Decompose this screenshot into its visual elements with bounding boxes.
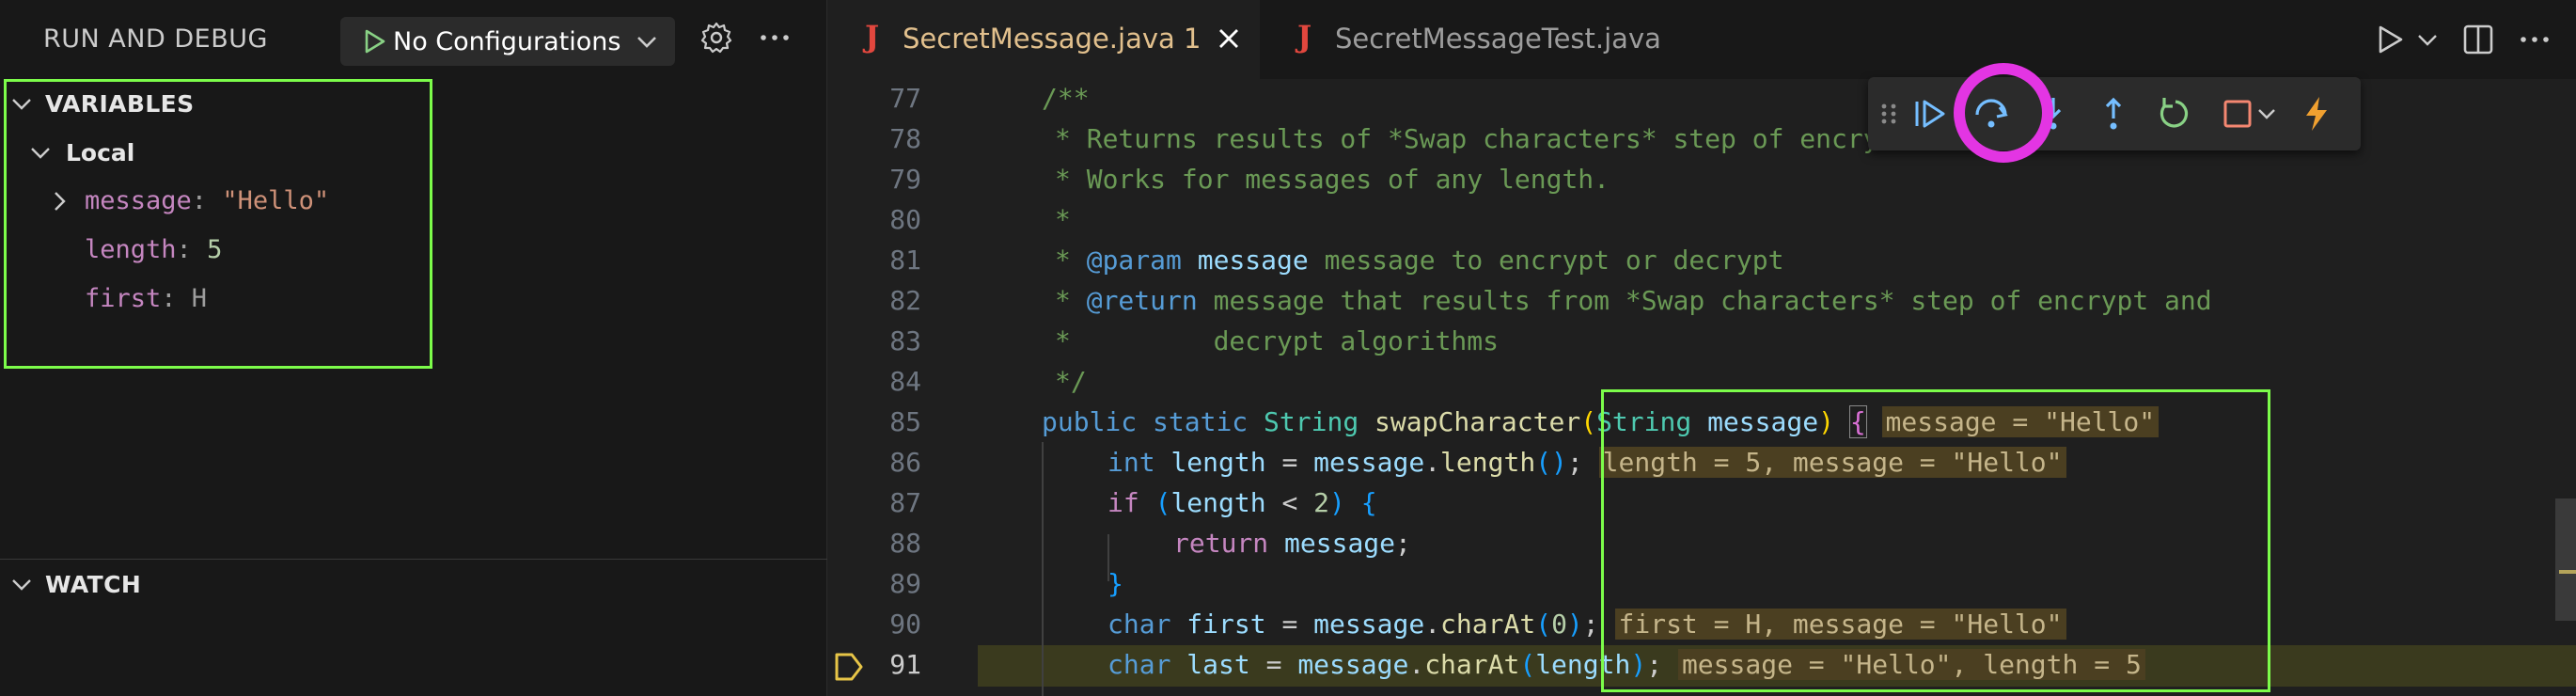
watch-section-header[interactable]: WATCH [0, 560, 827, 609]
tab-label: SecretMessageTest.java [1335, 23, 1661, 55]
code-line-81: * @param message message to encrypt or d… [1055, 245, 1784, 276]
line-number: 79 [889, 164, 921, 195]
code-line-82: * @return message that results from *Swa… [1055, 285, 2212, 316]
scrollbar-marker [2559, 570, 2576, 574]
inline-values-highlight-box [1601, 389, 2270, 692]
stop-icon[interactable] [2218, 94, 2257, 134]
debug-toolbar [1868, 77, 2361, 150]
more-actions-icon[interactable] [2514, 19, 2555, 60]
line-number: 81 [889, 245, 921, 276]
line-number: 83 [889, 325, 921, 356]
more-actions-icon[interactable] [758, 21, 792, 55]
line-number: 85 [889, 406, 921, 437]
line-number: 89 [889, 568, 921, 599]
sidebar-title: RUN AND DEBUG [43, 24, 268, 54]
line-number: 86 [889, 447, 921, 478]
line-number: 78 [889, 123, 921, 154]
drag-handle-icon[interactable] [1877, 94, 1900, 134]
code-line-83: * decrypt algorithms [1055, 325, 1500, 356]
code-line-87: if (length < 2) { [1107, 487, 1377, 518]
code-line-89: } [1107, 568, 1123, 599]
tab-secretmessage-java[interactable]: J SecretMessage.java 1 [827, 0, 1260, 79]
hot-code-replace-icon[interactable] [2297, 94, 2336, 134]
chevron-down-icon [637, 37, 656, 48]
editor-tab-bar: J SecretMessage.java 1 J SecretMessageTe… [827, 0, 2576, 79]
line-number: 82 [889, 285, 921, 316]
line-number: 90 [889, 609, 921, 640]
code-line-77: /** [1042, 83, 1090, 114]
code-line-79: * Works for messages of any length. [1055, 164, 1610, 195]
tab-label: SecretMessage.java [903, 23, 1175, 55]
line-number: 77 [889, 83, 921, 114]
code-line-80: * [1055, 204, 1071, 235]
code-line-88: return message; [1173, 528, 1411, 559]
editor-scrollbar[interactable] [2555, 498, 2576, 621]
chevron-down-icon[interactable] [2255, 94, 2278, 134]
run-and-debug-sidebar: RUN AND DEBUG No Configurations VARIABLE… [0, 0, 827, 696]
problem-count-badge: 1 [1184, 23, 1202, 55]
start-debugging-icon[interactable] [361, 28, 387, 55]
configuration-dropdown[interactable]: No Configurations [340, 17, 675, 66]
chevron-down-icon [12, 579, 31, 591]
configuration-label: No Configurations [393, 27, 621, 56]
indent-guide [1042, 442, 1044, 696]
step-over-highlight-ring [1954, 63, 2053, 163]
line-number: 87 [889, 487, 921, 518]
java-file-icon: J [1297, 19, 1312, 55]
tab-secretmessagetest-java[interactable]: J SecretMessageTest.java [1260, 0, 1730, 79]
run-icon[interactable] [2369, 19, 2411, 60]
code-line-84: */ [1055, 366, 1087, 397]
watch-header-label: WATCH [45, 571, 142, 598]
line-number: 84 [889, 366, 921, 397]
gear-icon[interactable] [699, 21, 733, 55]
chevron-down-icon[interactable] [2414, 19, 2441, 60]
restart-icon[interactable] [2156, 94, 2195, 134]
variables-highlight-box [4, 79, 432, 369]
paused-execution-arrow-icon [835, 653, 863, 681]
step-out-icon[interactable] [2094, 94, 2133, 134]
line-number: 80 [889, 204, 921, 235]
continue-icon[interactable] [1909, 94, 1949, 134]
code-line-78: * Returns results of *Swap characters* s… [1055, 123, 1926, 154]
line-number: 88 [889, 528, 921, 559]
close-icon[interactable] [1215, 24, 1243, 53]
vscode-window: RUN AND DEBUG No Configurations VARIABLE… [0, 0, 2576, 696]
split-editor-icon[interactable] [2458, 19, 2499, 60]
java-file-icon: J [865, 19, 880, 55]
sidebar-title-bar: RUN AND DEBUG No Configurations [0, 0, 827, 79]
